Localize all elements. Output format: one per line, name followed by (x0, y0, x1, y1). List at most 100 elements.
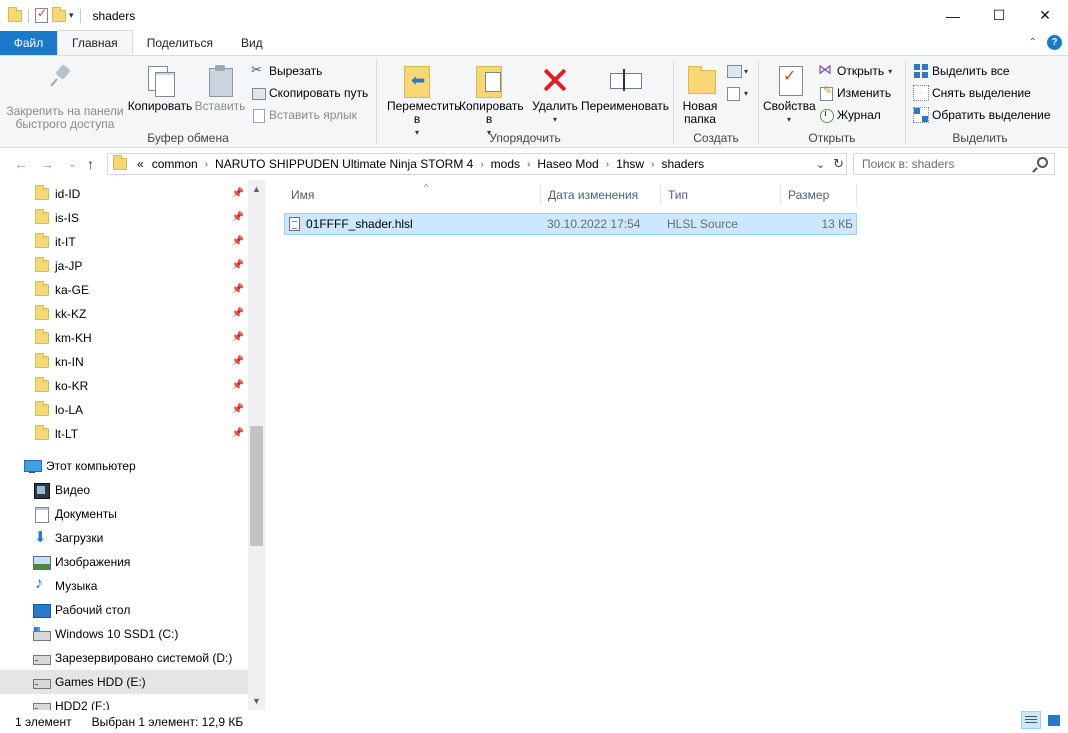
breadcrumb-item[interactable]: common (148, 157, 202, 171)
breadcrumb-chevron-icon[interactable]: › (202, 159, 211, 170)
collapse-ribbon-icon[interactable]: ⌃ (1029, 37, 1037, 48)
help-icon[interactable]: ? (1047, 35, 1062, 50)
up-arrow-icon[interactable]: ↑ (87, 156, 94, 172)
paste-button[interactable]: Вставить (194, 60, 246, 113)
close-button[interactable]: ✕ (1022, 0, 1068, 31)
scroll-down-arrow-icon[interactable]: ▼ (252, 696, 261, 706)
tab-share[interactable]: Поделиться (133, 31, 227, 55)
rename-button[interactable]: Переименовать (581, 60, 669, 113)
dropdown-arrow-icon: ▾ (552, 115, 557, 124)
pinned-icon[interactable]: 📌 (232, 284, 244, 295)
maximize-button[interactable]: ☐ (976, 0, 1022, 31)
scroll-up-arrow-icon[interactable]: ▲ (252, 184, 261, 194)
pinned-icon[interactable]: 📌 (232, 404, 244, 415)
sidebar-item-folder[interactable]: ko-KR 📌 (0, 374, 248, 398)
breadcrumb-chevron-icon[interactable]: › (603, 159, 612, 170)
recent-locations-dropdown-icon[interactable]: ⌄ (68, 159, 76, 170)
pinned-icon[interactable]: 📌 (232, 308, 244, 319)
breadcrumb-chevron-icon[interactable]: › (648, 159, 657, 170)
sidebar-item-location[interactable]: Изображения (0, 550, 248, 574)
tab-home[interactable]: Главная (57, 30, 133, 55)
sidebar-item-folder[interactable]: ka-GE 📌 (0, 278, 248, 302)
sidebar-item-folder[interactable]: id-ID 📌 (0, 182, 248, 206)
sidebar-item-location[interactable]: Рабочий стол (0, 598, 248, 622)
delete-button[interactable]: Удалить ▾ (529, 60, 581, 126)
forward-arrow-icon[interactable]: → (40, 156, 54, 172)
sidebar-item-location[interactable]: Видео (0, 478, 248, 502)
search-icon[interactable] (1037, 157, 1048, 168)
sidebar-item-folder[interactable]: kk-KZ 📌 (0, 302, 248, 326)
pinned-icon[interactable]: 📌 (232, 332, 244, 343)
history-button[interactable]: Журнал (819, 105, 881, 125)
scrollbar-thumb[interactable] (250, 426, 263, 546)
breadcrumb-item[interactable]: Haseo Mod (533, 157, 602, 171)
breadcrumb-chevron-icon[interactable]: › (477, 159, 486, 170)
sidebar-item-folder[interactable]: is-IS 📌 (0, 206, 248, 230)
search-input[interactable]: Поиск в: shaders (853, 153, 1055, 175)
sidebar-item-location[interactable]: HDD2 (F:) (0, 694, 248, 710)
easy-access-button[interactable]: ▾ (726, 83, 748, 103)
breadcrumb-item[interactable]: shaders (657, 157, 708, 171)
pinned-icon[interactable]: 📌 (232, 236, 244, 247)
sidebar-item-folder[interactable]: kn-IN 📌 (0, 350, 248, 374)
pinned-icon[interactable]: 📌 (232, 380, 244, 391)
sidebar-item-folder[interactable]: km-KH 📌 (0, 326, 248, 350)
pinned-icon[interactable]: 📌 (232, 212, 244, 223)
properties-quick-icon[interactable] (35, 6, 48, 23)
sidebar-item-this-pc[interactable]: Этот компьютер (0, 454, 248, 478)
column-header-type[interactable]: Тип (661, 184, 781, 206)
breadcrumb-item[interactable]: NARUTO SHIPPUDEN Ultimate Ninja STORM 4 (211, 157, 477, 171)
pinned-icon[interactable]: 📌 (232, 428, 244, 439)
edit-button[interactable]: Изменить (819, 83, 891, 103)
sidebar-item-location[interactable]: Музыка (0, 574, 248, 598)
column-header-size[interactable]: Размер (781, 184, 857, 206)
select-none-button[interactable]: Снять выделение (913, 83, 1031, 103)
sidebar-item-location[interactable]: Games HDD (E:) (0, 670, 248, 694)
breadcrumb-overflow[interactable]: « (133, 157, 148, 171)
column-header-name[interactable]: Имя ^ (284, 182, 541, 206)
sidebar-item-folder[interactable]: lo-LA 📌 (0, 398, 248, 422)
breadcrumb-chevron-icon[interactable]: › (524, 159, 533, 170)
new-folder-button[interactable]: Новая папка (680, 60, 720, 126)
customize-toolbar-dropdown-icon[interactable]: ▾ (69, 10, 74, 21)
pin-to-quick-access-button[interactable]: Закрепить на панели быстрого доступа (4, 60, 126, 131)
tab-file[interactable]: Файл (0, 31, 57, 55)
minimize-button[interactable]: — (930, 0, 976, 31)
refresh-icon[interactable]: ↻ (833, 156, 844, 172)
move-to-button[interactable]: Переместить в ▾ (381, 60, 461, 139)
toolbar-separator (28, 8, 29, 23)
copy-to-button[interactable]: Копировать в ▾ (455, 60, 524, 139)
table-row[interactable]: 01FFFF_shader.hlsl 30.10.2022 17:54 HLSL… (284, 213, 857, 235)
select-all-button[interactable]: Выделить все (914, 61, 1010, 81)
copy-path-button[interactable]: Скопировать путь (251, 83, 368, 103)
new-item-button[interactable]: ▾ (726, 61, 748, 81)
back-arrow-icon[interactable]: ← (14, 156, 28, 172)
paste-shortcut-button[interactable]: Вставить ярлык (251, 105, 357, 125)
breadcrumb-item[interactable]: mods (487, 157, 524, 171)
address-bar[interactable]: « common › NARUTO SHIPPUDEN Ultimate Nin… (107, 153, 847, 175)
sidebar-item-folder[interactable]: lt-LT 📌 (0, 422, 248, 446)
sidebar-item-location[interactable]: Загрузки (0, 526, 248, 550)
tab-view[interactable]: Вид (227, 31, 277, 55)
large-icons-view-button[interactable] (1044, 711, 1064, 729)
details-view-button[interactable] (1021, 711, 1041, 729)
navigation-pane-scrollbar[interactable]: ▲ ▼ (248, 180, 265, 710)
address-history-dropdown-icon[interactable]: ⌄ (816, 158, 825, 171)
sidebar-item-location[interactable]: Документы (0, 502, 248, 526)
copy-label: Копировать (127, 99, 193, 113)
sidebar-item-location[interactable]: Зарезервировано системой (D:) (0, 646, 248, 670)
breadcrumb-item[interactable]: 1hsw (612, 157, 648, 171)
pinned-icon[interactable]: 📌 (232, 260, 244, 271)
sidebar-item-location[interactable]: Windows 10 SSD1 (C:) (0, 622, 248, 646)
cut-button[interactable]: Вырезать (251, 61, 322, 81)
invert-selection-button[interactable]: Обратить выделение (913, 105, 1051, 125)
properties-button[interactable]: Свойства ▾ (763, 60, 816, 126)
copy-button[interactable]: Копировать (126, 60, 194, 113)
pinned-icon[interactable]: 📌 (232, 356, 244, 367)
new-folder-quick-icon[interactable] (52, 6, 66, 22)
column-header-date[interactable]: Дата изменения (541, 184, 661, 206)
sidebar-item-folder[interactable]: ja-JP 📌 (0, 254, 248, 278)
pinned-icon[interactable]: 📌 (232, 188, 244, 199)
sidebar-item-folder[interactable]: it-IT 📌 (0, 230, 248, 254)
open-button[interactable]: Открыть ▾ (818, 61, 892, 81)
